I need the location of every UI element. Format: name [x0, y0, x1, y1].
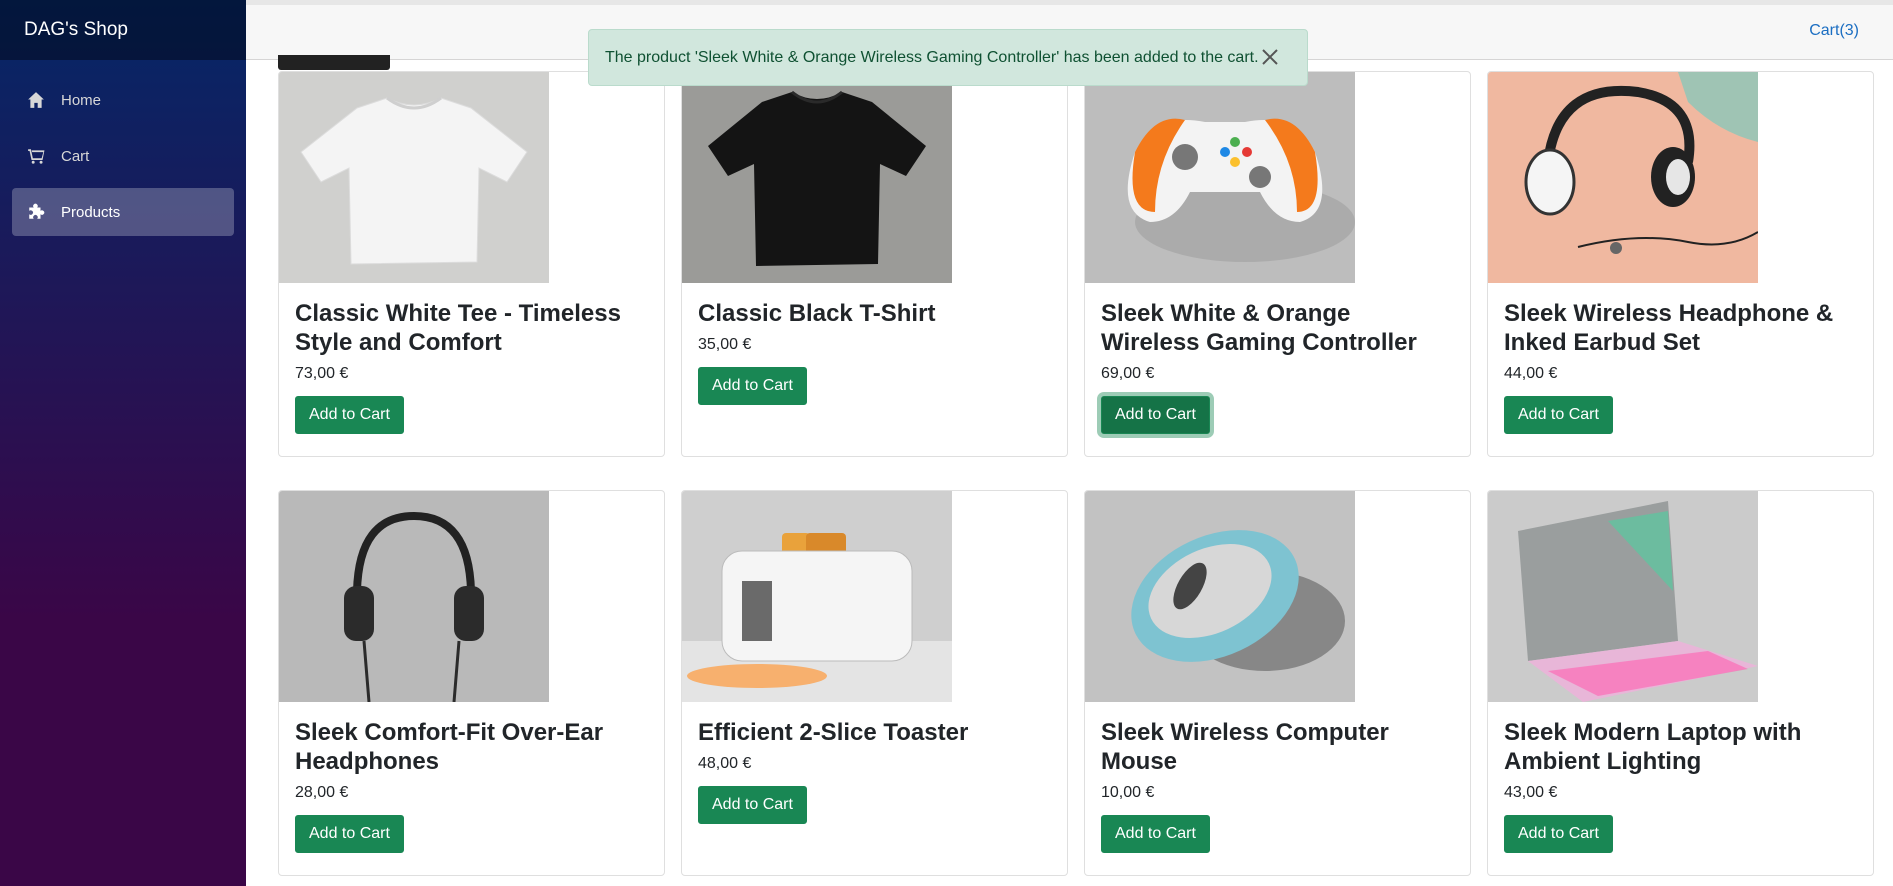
add-to-cart-button[interactable]: Add to Cart [1504, 396, 1613, 434]
product-card: Sleek Modern Laptop with Ambient Lightin… [1487, 490, 1874, 876]
product-price: 10,00 € [1101, 784, 1155, 801]
product-price: 69,00 € [1101, 365, 1155, 382]
product-price: 48,00 € [698, 755, 752, 772]
product-title: Sleek Wireless Computer Mouse [1101, 719, 1389, 775]
cart-icon [26, 146, 46, 166]
brand-title[interactable]: DAG's Shop [24, 19, 128, 41]
card-body: Sleek Modern Laptop with Ambient Lightin… [1488, 702, 1873, 853]
home-icon [26, 90, 46, 110]
product-price: 35,00 € [698, 336, 752, 353]
brand-bar: DAG's Shop [0, 0, 246, 60]
product-card: Sleek Wireless Computer Mouse 10,00 € Ad… [1084, 490, 1471, 876]
product-card: Sleek White & Orange Wireless Gaming Con… [1084, 71, 1471, 457]
card-body: Classic Black T-Shirt 35,00 € Add to Car… [682, 283, 1067, 405]
product-price: 73,00 € [295, 365, 349, 382]
product-image-laptop [1488, 491, 1758, 702]
card-body: Sleek White & Orange Wireless Gaming Con… [1085, 283, 1470, 434]
product-title: Classic White Tee - Timeless Style and C… [295, 300, 621, 356]
product-image-white-tee [279, 72, 549, 283]
toast-message: The product 'Sleek White & Orange Wirele… [605, 48, 1259, 66]
sidebar-item-label: Products [61, 203, 121, 221]
product-price: 44,00 € [1504, 365, 1558, 382]
product-image-toaster [682, 491, 952, 702]
sidebar-item-cart[interactable]: Cart [12, 132, 234, 180]
added-to-cart-toast: The product 'Sleek White & Orange Wirele… [588, 29, 1308, 86]
add-to-cart-button[interactable]: Add to Cart [698, 367, 807, 405]
product-card: Sleek Wireless Headphone & Inked Earbud … [1487, 71, 1874, 457]
product-card: Classic White Tee - Timeless Style and C… [278, 71, 665, 457]
sidebar-item-label: Cart [61, 147, 90, 165]
product-price: 43,00 € [1504, 784, 1558, 801]
product-image-black-tee [682, 72, 952, 283]
product-card: Sleek Comfort-Fit Over-Ear Headphones 28… [278, 490, 665, 876]
product-grid: Classic White Tee - Timeless Style and C… [278, 71, 1875, 876]
product-price: 28,00 € [295, 784, 349, 801]
product-card: Classic Black T-Shirt 35,00 € Add to Car… [681, 71, 1068, 457]
card-body: Sleek Comfort-Fit Over-Ear Headphones 28… [279, 702, 664, 853]
cart-count-link[interactable]: Cart(3) [1809, 22, 1859, 40]
card-body: Sleek Wireless Computer Mouse 10,00 € Ad… [1085, 702, 1470, 853]
product-image-computer-mouse [1085, 491, 1355, 702]
sidebar: DAG's Shop Home Cart Products [0, 0, 246, 886]
product-title: Sleek Wireless Headphone & Inked Earbud … [1504, 300, 1834, 356]
card-body: Classic White Tee - Timeless Style and C… [279, 283, 664, 434]
sidebar-item-home[interactable]: Home [12, 76, 234, 124]
product-title: Sleek Comfort-Fit Over-Ear Headphones [295, 719, 604, 775]
hidden-element-edge [278, 55, 390, 70]
add-to-cart-button[interactable]: Add to Cart [1504, 815, 1613, 853]
card-body: Efficient 2-Slice Toaster 48,00 € Add to… [682, 702, 1067, 824]
product-title: Classic Black T-Shirt [698, 300, 936, 327]
product-title: Sleek Modern Laptop with Ambient Lightin… [1504, 719, 1802, 775]
card-body: Sleek Wireless Headphone & Inked Earbud … [1488, 283, 1873, 434]
sidebar-nav: Home Cart Products [0, 60, 246, 236]
add-to-cart-button[interactable]: Add to Cart [295, 396, 404, 434]
product-title: Efficient 2-Slice Toaster [698, 719, 969, 746]
add-to-cart-button[interactable]: Add to Cart [1101, 396, 1210, 434]
product-image-gaming-controller [1085, 72, 1355, 283]
sidebar-item-label: Home [61, 91, 102, 109]
puzzle-icon [26, 202, 46, 222]
product-image-headphone-earbud-set [1488, 72, 1758, 283]
sidebar-item-products[interactable]: Products [12, 188, 234, 236]
product-image-over-ear-headphones [279, 491, 549, 702]
product-title: Sleek White & Orange Wireless Gaming Con… [1101, 300, 1417, 356]
add-to-cart-button[interactable]: Add to Cart [295, 815, 404, 853]
product-card: Efficient 2-Slice Toaster 48,00 € Add to… [681, 490, 1068, 876]
add-to-cart-button[interactable]: Add to Cart [1101, 815, 1210, 853]
close-icon[interactable] [1259, 46, 1281, 68]
add-to-cart-button[interactable]: Add to Cart [698, 786, 807, 824]
